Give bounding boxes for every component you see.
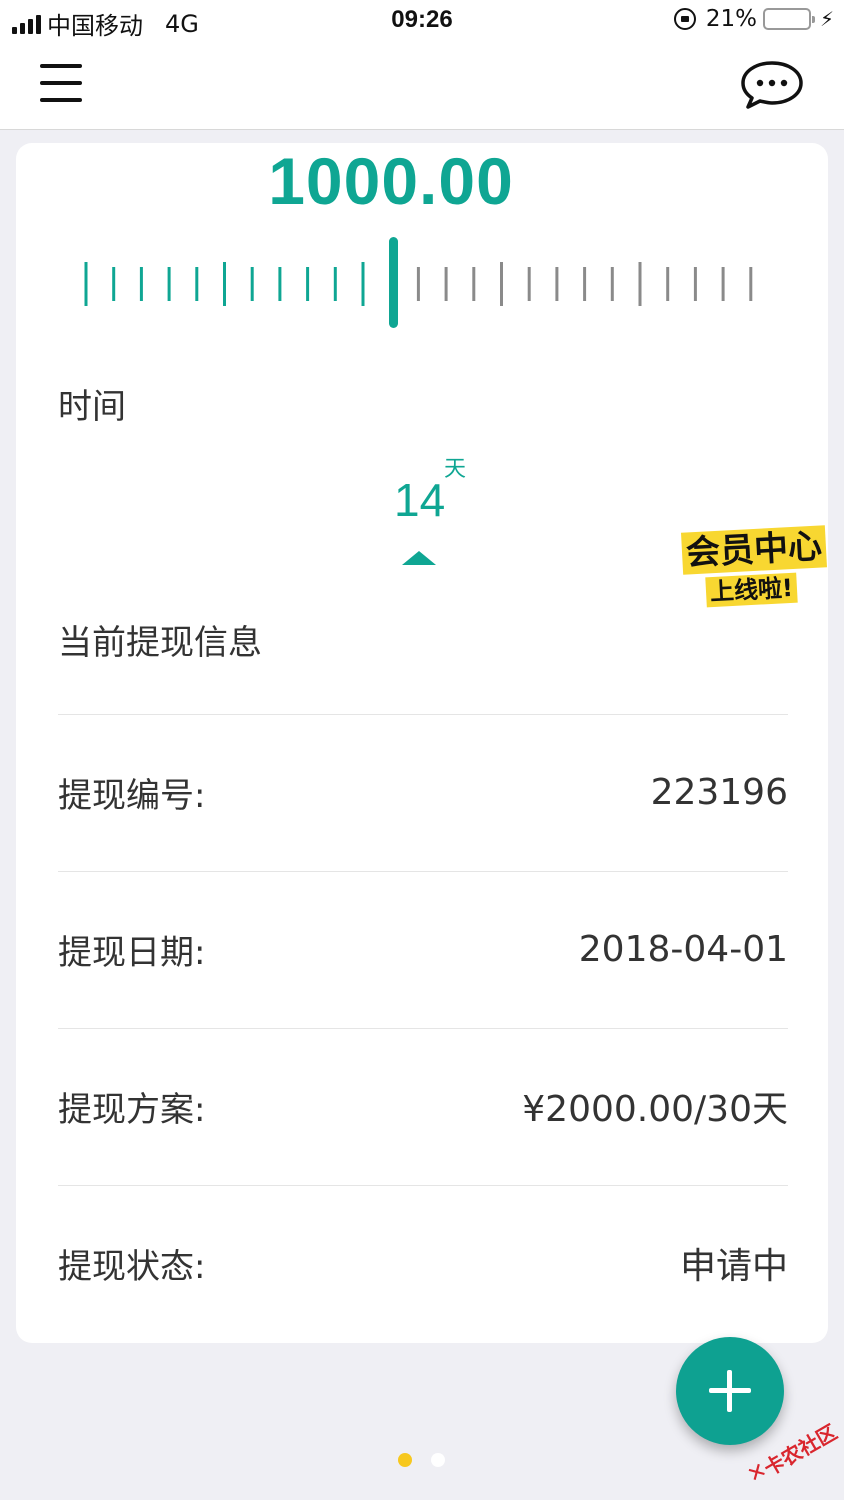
member-center-promo[interactable]: 会员中心 上线啦! <box>680 525 828 611</box>
amount-slider-ruler[interactable] <box>84 259 764 309</box>
info-row-number: 提现编号: 223196 <box>58 714 788 871</box>
info-key: 提现编号: <box>58 775 206 816</box>
page-dot[interactable] <box>431 1453 445 1467</box>
hamburger-menu-icon[interactable] <box>40 64 82 102</box>
loan-card: 1000.00 时间 14 天 会员中心 上线啦! 当前提现信息 提现编号: 2… <box>16 143 828 1343</box>
battery-icon <box>762 8 815 30</box>
term-days-unit: 天 <box>444 457 467 482</box>
promo-subtitle: 上线啦! <box>705 572 798 608</box>
amount-slider-indicator[interactable] <box>389 237 398 328</box>
chat-bubble-icon[interactable] <box>740 60 804 110</box>
info-key: 提现方案: <box>58 1089 206 1130</box>
nav-bar <box>0 44 844 130</box>
term-label: 时间 <box>58 387 126 427</box>
info-row-status: 提现状态: 申请中 <box>58 1185 788 1342</box>
page-dot[interactable] <box>398 1453 412 1467</box>
promo-title: 会员中心 <box>680 525 828 575</box>
info-value: 申请中 <box>679 1246 788 1287</box>
page-indicator <box>398 1453 445 1467</box>
info-value: 223196 <box>650 771 788 813</box>
info-key: 提现状态: <box>58 1246 206 1287</box>
amount-value: 1000.00 <box>268 144 514 218</box>
term-picker[interactable]: 14 天 <box>394 457 466 527</box>
info-value: ¥2000.00/30天 <box>522 1089 788 1130</box>
charging-icon: ⚡ <box>819 7 834 31</box>
section-title: 当前提现信息 <box>58 623 262 663</box>
info-key: 提现日期: <box>58 932 206 973</box>
withdrawal-info-list: 提现编号: 223196 提现日期: 2018-04-01 提现方案: ¥200… <box>58 714 788 1342</box>
status-right: 21% ⚡ <box>673 6 834 32</box>
info-row-plan: 提现方案: ¥2000.00/30天 <box>58 1028 788 1185</box>
term-days-value: 14 <box>394 474 446 526</box>
caret-up-icon[interactable] <box>402 551 436 565</box>
status-bar: 中国移动 4G 09:26 21% ⚡ <box>0 0 844 44</box>
orientation-lock-icon <box>673 8 696 30</box>
info-value: 2018-04-01 <box>578 928 788 970</box>
info-row-date: 提现日期: 2018-04-01 <box>58 871 788 1028</box>
battery-percent: 21% <box>705 6 757 32</box>
